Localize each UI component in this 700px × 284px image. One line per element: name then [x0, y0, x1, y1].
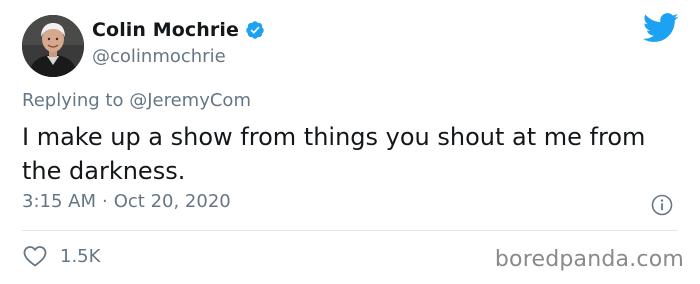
watermark: boredpanda.com	[494, 247, 684, 272]
author-handle[interactable]: @colinmochrie	[92, 46, 226, 67]
reply-mention-link[interactable]: @JeremyCom	[129, 90, 251, 111]
tweet-time: 3:15 AM	[22, 191, 96, 212]
replying-prefix: Replying to	[22, 90, 124, 111]
divider	[22, 230, 678, 231]
like-button[interactable]: 1.5K	[22, 244, 100, 268]
display-name[interactable]: Colin Mochrie	[92, 19, 239, 41]
avatar-image	[22, 15, 84, 77]
avatar[interactable]	[22, 15, 84, 77]
author-row: Colin Mochrie	[92, 17, 265, 43]
verified-badge-icon	[245, 20, 265, 40]
timestamp[interactable]: 3:15 AM · Oct 20, 2020	[22, 191, 231, 212]
tweet-date: Oct 20, 2020	[113, 191, 231, 212]
likes-count: 1.5K	[60, 245, 101, 267]
tweet-text: I make up a show from things you shout a…	[22, 123, 646, 185]
twitter-bird-icon[interactable]	[642, 13, 679, 43]
timestamp-separator: ·	[102, 191, 108, 212]
info-icon[interactable]	[651, 194, 673, 216]
heart-icon	[22, 244, 48, 268]
tweet-card: Colin Mochrie @colinmochrie Replying to …	[0, 0, 700, 284]
reply-context: Replying to @JeremyCom	[22, 90, 251, 111]
